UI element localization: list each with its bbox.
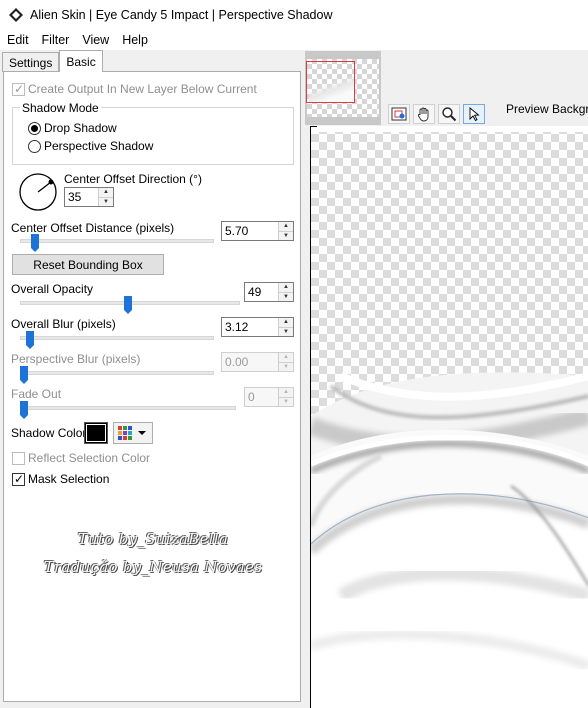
basic-panel: ✓ Create Output In New Layer Below Curre… [3,71,301,702]
menu-help[interactable]: Help [115,33,154,47]
perspective-shadow-label: Perspective Shadow [44,139,154,153]
shadow-mode-title: Shadow Mode [20,101,101,115]
shadow-color-label: Shadow Color [11,426,87,440]
color-picker-dropdown[interactable] [113,422,153,444]
distance-slider-thumb[interactable] [31,234,40,252]
opacity-value[interactable]: 49 [245,283,278,301]
spin-up-icon[interactable]: ▲ [279,318,293,327]
opacity-slider-thumb[interactable] [123,296,132,314]
viewport-frame[interactable] [306,61,355,103]
overall-opacity-label: Overall Opacity [11,282,94,296]
preview-canvas[interactable] [310,126,588,708]
preview-area: Preview Backgro [305,50,588,708]
menu-view[interactable]: View [75,33,115,47]
spin-up-icon[interactable]: ▲ [279,222,293,231]
create-output-label: Create Output In New Layer Below Current [28,82,257,96]
perspective-blur-slider-track[interactable] [20,371,214,375]
perspective-blur-slider-thumb[interactable] [20,366,28,384]
reset-bounding-box-button[interactable]: Reset Bounding Box [12,254,164,275]
color-grid-icon [118,426,132,440]
perspective-blur-spinbox[interactable]: 0.00 ▲ ▼ [221,352,294,372]
app-icon [9,8,23,22]
check-icon: ✓ [14,472,25,486]
spin-down-icon[interactable]: ▼ [279,396,293,406]
overall-blur-label: Overall Blur (pixels) [11,317,116,331]
center-offset-direction-label: Center Offset Direction (°) [64,172,202,186]
menu-bar: Edit Filter View Help [0,30,588,50]
blur-slider-track[interactable] [20,336,214,340]
menu-edit[interactable]: Edit [0,33,35,47]
check-icon: ✓ [14,82,25,96]
opacity-spinbox[interactable]: 49 ▲ ▼ [244,282,294,302]
mask-selection-label: Mask Selection [28,472,110,486]
preview-image [311,372,588,708]
perspective-blur-value[interactable]: 0.00 [222,353,278,371]
direction-spinbox[interactable]: 35 ▲ ▼ [64,187,114,207]
blur-value[interactable]: 3.12 [222,318,278,336]
spin-down-icon[interactable]: ▼ [279,361,293,371]
spin-up-icon[interactable]: ▲ [99,188,113,197]
direction-value[interactable]: 35 [65,188,98,206]
tab-basic[interactable]: Basic [59,50,103,72]
watermark-line-2: Tradução by_Neusa Novaes [43,558,263,576]
tab-settings[interactable]: Settings [2,52,60,72]
title-bar: Alien Skin | Eye Candy 5 Impact | Perspe… [0,0,588,30]
watermark-line-1: Tuto by_SuizaBella [77,530,229,548]
window-title: Alien Skin | Eye Candy 5 Impact | Perspe… [30,8,333,22]
navigate-icon [391,107,407,121]
shadow-mode-group [12,107,294,165]
center-offset-distance-label: Center Offset Distance (pixels) [11,221,175,235]
spin-up-icon[interactable]: ▲ [279,388,293,397]
hand-tool[interactable] [413,104,435,124]
blur-spinbox[interactable]: 3.12 ▲ ▼ [221,317,294,337]
shadow-color-swatch[interactable] [84,422,108,444]
blur-slider-thumb[interactable] [25,331,34,349]
perspective-blur-label: Perspective Blur (pixels) [11,352,141,366]
distance-spinbox[interactable]: 5.70 ▲ ▼ [221,221,294,241]
navigate-tool[interactable] [388,104,410,124]
distance-slider-track[interactable] [20,239,214,243]
mask-selection-checkbox[interactable]: ✓ [12,472,25,486]
spin-down-icon[interactable]: ▼ [99,196,113,206]
zoom-tool[interactable] [438,104,460,124]
spin-down-icon[interactable]: ▼ [279,326,293,336]
drop-shadow-radio[interactable] [28,122,41,135]
spin-down-icon[interactable]: ▼ [279,291,293,301]
spin-down-icon[interactable]: ▼ [279,230,293,240]
menu-filter[interactable]: Filter [35,33,76,47]
dropdown-arrow-icon [138,431,146,435]
reflect-selection-color-checkbox[interactable] [12,452,25,465]
preview-toolbar [388,104,485,126]
fade-out-slider-track[interactable] [20,406,236,410]
spin-up-icon[interactable]: ▲ [279,353,293,362]
tab-strip: Settings Basic [2,50,103,72]
zoom-icon [442,107,457,122]
fade-out-spinbox[interactable]: 0 ▲ ▼ [244,387,294,407]
fade-out-label: Fade Out [11,387,62,401]
fade-out-value[interactable]: 0 [245,388,278,406]
spin-up-icon[interactable]: ▲ [279,283,293,292]
perspective-shadow-radio[interactable] [28,140,41,153]
create-output-checkbox[interactable]: ✓ [12,82,25,96]
hand-icon [417,107,429,122]
reflect-selection-color-label: Reflect Selection Color [28,451,151,465]
pointer-icon [469,107,480,122]
navigator-thumbnail[interactable] [305,51,381,125]
distance-value[interactable]: 5.70 [222,222,278,240]
preview-background-label[interactable]: Preview Backgro [506,102,588,116]
pointer-tool[interactable] [463,104,485,124]
direction-dial[interactable] [18,172,58,212]
drop-shadow-label: Drop Shadow [44,121,117,135]
fade-out-slider-thumb[interactable] [20,401,28,419]
